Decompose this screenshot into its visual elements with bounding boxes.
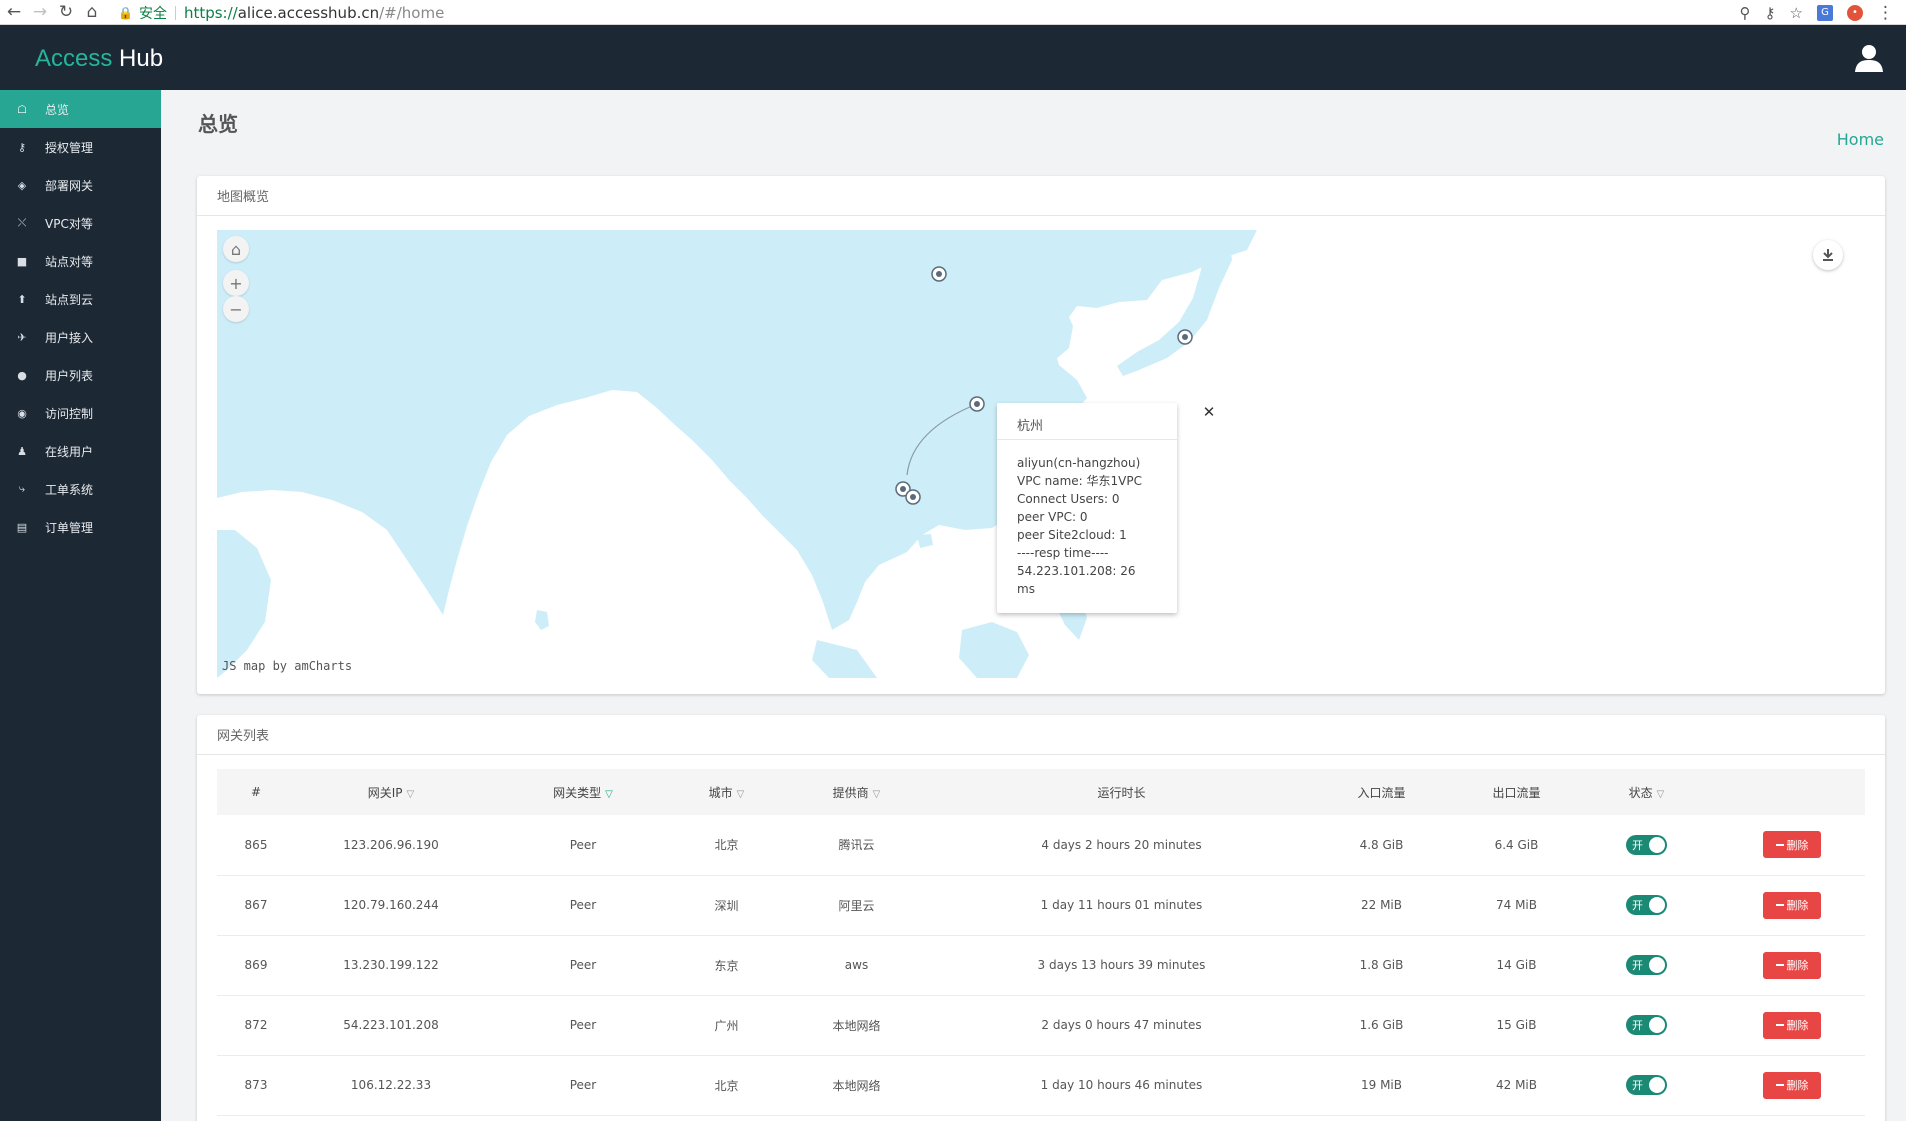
col-action	[1719, 769, 1865, 815]
map-zoom-in-button[interactable]: +	[223, 270, 249, 296]
download-icon	[1823, 249, 1833, 261]
status-toggle[interactable]: 开	[1626, 834, 1667, 855]
user-icon: ♟	[17, 444, 27, 458]
sidebar-item-user-list[interactable]: ● 用户列表	[0, 356, 161, 394]
secure-label: 安全	[138, 5, 167, 22]
gateway-table: # 网关IP ▽ 网关类型 ▽ 城市 ▽ 提供商 ▽ 运行时长 入口流量 出口流量 状态…	[217, 769, 1865, 1116]
plane-icon: ✈	[17, 330, 27, 344]
popup-body: aliyun(cn-hangzhou) VPC name: 华东1VPC Con…	[1017, 456, 1142, 596]
sidebar-item-orders[interactable]: ▤ 订单管理	[0, 508, 161, 546]
star-icon[interactable]: ☆	[1790, 4, 1803, 22]
map-download-button[interactable]	[1813, 240, 1843, 270]
minus-icon: −	[229, 299, 243, 319]
popup-close-icon[interactable]: ✕	[1200, 403, 1218, 421]
browser-menu-icon[interactable]: ⋮	[1877, 3, 1894, 23]
map-card-title: 地图概览	[197, 176, 1885, 216]
delete-button[interactable]: 删除	[1763, 1071, 1821, 1099]
col-gateway-type[interactable]: 网关类型 ▽	[487, 769, 679, 815]
col-id: #	[217, 769, 295, 815]
col-outbound: 出口流量	[1459, 769, 1574, 815]
gateway-list-card: 网关列表 # 网关IP ▽ 网关类型 ▽ 城市 ▽ 提供商 ▽ 运行时长 入口流量 出口…	[197, 715, 1885, 1121]
col-city[interactable]: 城市 ▽	[679, 769, 774, 815]
home-icon: ☖	[17, 102, 27, 116]
app-header: Access Hub	[0, 25, 1906, 90]
table-row: 867 120.79.160.244 Peer 深圳 阿里云 1 day 11 …	[217, 875, 1865, 936]
back-button[interactable]: ←	[2, 0, 26, 24]
key-icon[interactable]: ⚷	[1765, 4, 1776, 22]
map-home-button[interactable]: ⌂	[223, 236, 249, 262]
sidebar-item-site-to-cloud[interactable]: ⬆ 站点到云	[0, 280, 161, 318]
extension-icon[interactable]: •	[1847, 4, 1863, 21]
table-header-row: # 网关IP ▽ 网关类型 ▽ 城市 ▽ 提供商 ▽ 运行时长 入口流量 出口流量 状态…	[217, 769, 1865, 815]
delete-button[interactable]: 删除	[1763, 891, 1821, 919]
filter-icon[interactable]: ▽	[407, 789, 415, 800]
map-credit[interactable]: JS map by amCharts	[222, 659, 352, 673]
upload-icon: ⬆	[17, 292, 27, 306]
filter-icon[interactable]: ▽	[737, 789, 745, 800]
cube-icon: ◈	[17, 178, 27, 192]
sidebar-item-user-access[interactable]: ✈ 用户接入	[0, 318, 161, 356]
table-row: 865 123.206.96.190 Peer 北京 腾讯云 4 days 2 …	[217, 815, 1865, 876]
breadcrumb-home[interactable]: Home	[1837, 130, 1884, 149]
map-overview-card: 地图概览 ⌂ + − JS map by amCharts 杭州 aliyun(…	[197, 176, 1885, 694]
key-icon: ⚷	[17, 140, 27, 154]
address-bar[interactable]: 🔒 安全 https://alice.accesshub.cn/#/home	[118, 0, 1746, 25]
delete-button[interactable]: 删除	[1763, 951, 1821, 979]
url-text: https://alice.accesshub.cn/#/home	[183, 3, 445, 22]
translate-extension-icon[interactable]: G	[1817, 4, 1833, 21]
filter-icon[interactable]: ▽	[605, 789, 613, 800]
home-button[interactable]: ⌂	[80, 0, 104, 24]
sidebar-item-overview[interactable]: ☖ 总览	[0, 90, 161, 128]
filter-icon[interactable]: ▽	[1657, 789, 1665, 800]
wrench-icon: ⤷	[18, 482, 26, 495]
sidebar-item-online-users[interactable]: ♟ 在线用户	[0, 432, 161, 470]
lock-icon: 🔒	[118, 5, 133, 20]
sidebar-item-deploy-gateway[interactable]: ◈ 部署网关	[0, 166, 161, 204]
brand-logo[interactable]: Access Hub	[35, 45, 163, 73]
minus-icon	[1775, 1084, 1784, 1086]
map-zoom-out-button[interactable]: −	[223, 296, 249, 322]
popup-title: 杭州	[997, 403, 1177, 440]
table-row: 872 54.223.101.208 Peer 广州 本地网络 2 days 0…	[217, 995, 1865, 1056]
zoom-icon[interactable]: ⚲	[1740, 4, 1751, 22]
gateway-card-title: 网关列表	[197, 715, 1885, 755]
status-toggle[interactable]: 开	[1626, 1015, 1667, 1035]
minus-icon	[1775, 964, 1784, 966]
delete-button[interactable]: 删除	[1763, 831, 1821, 859]
users-icon: ●	[17, 368, 27, 382]
table-row: 873 106.12.22.33 Peer 北京 本地网络 1 day 10 h…	[217, 1055, 1865, 1116]
status-toggle[interactable]: 开	[1626, 1075, 1667, 1095]
sitemap-icon: ■	[16, 254, 28, 268]
table-row: 869 13.230.199.122 Peer 东京 aws 3 days 13…	[217, 935, 1865, 996]
status-toggle[interactable]: 开	[1626, 955, 1667, 975]
plus-icon: +	[229, 273, 243, 293]
sidebar-item-site-peering[interactable]: ■ 站点对等	[0, 242, 161, 280]
filter-icon[interactable]: ▽	[873, 789, 881, 800]
minus-icon	[1775, 843, 1784, 846]
sidebar-item-license[interactable]: ⚷ 授权管理	[0, 128, 161, 166]
circle-dot-icon: ◉	[17, 406, 27, 420]
user-avatar-icon[interactable]	[1854, 43, 1884, 73]
reload-button[interactable]: ↻	[54, 0, 78, 24]
cart-icon: ▤	[16, 520, 28, 534]
col-status[interactable]: 状态 ▽	[1574, 769, 1719, 815]
map-popup: 杭州 aliyun(cn-hangzhou) VPC name: 华东1VPC …	[997, 403, 1177, 613]
col-gateway-ip[interactable]: 网关IP ▽	[295, 769, 487, 815]
page-title: 总览	[198, 112, 238, 136]
delete-button[interactable]: 删除	[1763, 1011, 1821, 1039]
col-provider[interactable]: 提供商 ▽	[774, 769, 939, 815]
browser-toolbar: ← → ↻ ⌂ 🔒 安全 https://alice.accesshub.cn/…	[0, 0, 1906, 25]
sidebar: ☖ 总览 ⚷ 授权管理 ◈ 部署网关 ⤬ VPC对等 ■ 站点对等 ⬆ 站点到云…	[0, 90, 161, 1121]
col-inbound: 入口流量	[1304, 769, 1459, 815]
home-icon: ⌂	[230, 239, 242, 259]
forward-button[interactable]: →	[28, 0, 52, 24]
col-uptime: 运行时长	[939, 769, 1304, 815]
shuffle-icon: ⤬	[17, 216, 27, 229]
sidebar-item-vpc-peering[interactable]: ⤬ VPC对等	[0, 204, 161, 242]
sidebar-item-access-control[interactable]: ◉ 访问控制	[0, 394, 161, 432]
minus-icon	[1775, 1024, 1784, 1026]
minus-icon	[1775, 904, 1784, 906]
sidebar-item-tickets[interactable]: ⤷ 工单系统	[0, 470, 161, 508]
status-toggle[interactable]: 开	[1626, 895, 1667, 915]
